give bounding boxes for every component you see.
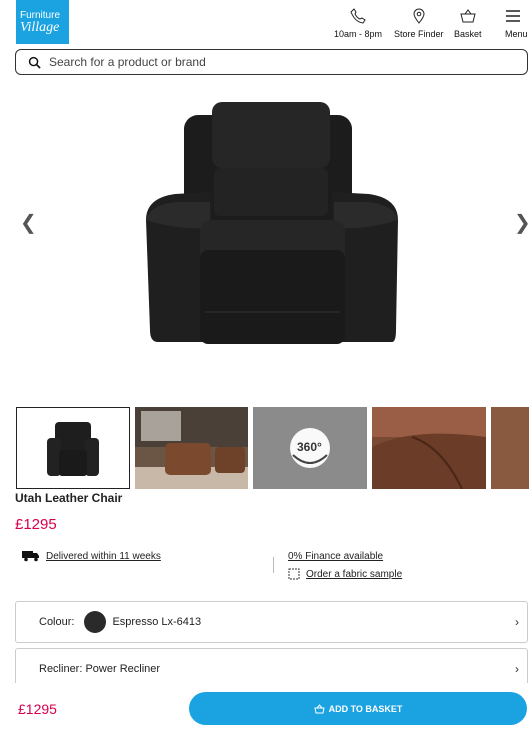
phone-icon xyxy=(350,8,366,24)
menu-label: Menu xyxy=(505,29,528,39)
colour-label: Colour: xyxy=(39,616,75,628)
thumbnail-2[interactable] xyxy=(135,407,248,489)
fabric-sample-link[interactable]: Order a fabric sample xyxy=(288,568,402,580)
store-finder-label: Store Finder xyxy=(394,29,444,39)
recliner-chair-image xyxy=(146,102,398,344)
add-to-basket-button[interactable]: ADD TO BASKET xyxy=(189,692,527,725)
brand-logo[interactable]: Furniture Village xyxy=(16,0,69,44)
basket-link[interactable]: Basket xyxy=(454,8,482,39)
site-header: Furniture Village 10am - 8pm Store Finde… xyxy=(0,0,529,46)
colour-swatch xyxy=(84,611,107,633)
product-gallery: ❮ ❯ xyxy=(0,80,529,400)
finance-link[interactable]: 0% Finance available xyxy=(288,551,383,562)
opening-hours-link[interactable]: 10am - 8pm xyxy=(334,8,382,39)
logo-line-2: Village xyxy=(20,19,60,35)
chair-thumb-image xyxy=(47,422,99,476)
thumbnail-1[interactable] xyxy=(16,407,130,489)
chevron-right-icon: › xyxy=(515,662,519,676)
basket-icon xyxy=(460,9,476,23)
gallery-next-button[interactable]: ❯ xyxy=(514,210,529,235)
thumbnail-360[interactable]: 360° xyxy=(253,407,367,489)
info-divider xyxy=(273,557,274,573)
sticky-purchase-bar: £1295 ADD TO BASKET xyxy=(0,683,529,733)
map-pin-icon xyxy=(413,8,425,24)
search-input[interactable] xyxy=(49,55,489,69)
colour-selector[interactable]: Colour: Espresso Lx-6413 › xyxy=(15,601,528,643)
hours-label: 10am - 8pm xyxy=(334,29,383,39)
room-scene-image xyxy=(135,407,248,489)
search-icon xyxy=(28,56,41,69)
delivery-link[interactable]: Delivered within 11 weeks xyxy=(22,550,161,562)
product-price: £1295 xyxy=(15,516,57,533)
product-title: Utah Leather Chair xyxy=(15,491,123,505)
badge-360-label: 360° xyxy=(297,440,322,454)
delivery-truck-icon xyxy=(22,551,39,562)
fabric-swatch-icon xyxy=(288,568,300,580)
chevron-right-icon: › xyxy=(515,615,519,629)
menu-button[interactable]: Menu xyxy=(505,8,528,39)
hamburger-icon xyxy=(506,10,520,22)
finance-text: 0% Finance available xyxy=(288,551,384,562)
leather-detail-image xyxy=(372,407,486,489)
basket-icon xyxy=(313,703,325,713)
thumbnail-strip: 360° xyxy=(16,407,529,489)
footer-price: £1295 xyxy=(18,701,57,717)
add-to-basket-label: ADD TO BASKET xyxy=(328,703,403,714)
thumbnail-5[interactable] xyxy=(491,407,529,489)
store-finder-link[interactable]: Store Finder xyxy=(394,8,444,39)
colour-value: Espresso Lx-6413 xyxy=(112,616,202,628)
delivery-text: Delivered within 11 weeks xyxy=(46,550,161,562)
basket-label: Basket xyxy=(454,29,482,39)
gallery-prev-button[interactable]: ❮ xyxy=(20,210,37,235)
logo-line-1: Furniture xyxy=(20,9,61,21)
fabric-sample-text: Order a fabric sample xyxy=(306,568,403,580)
recliner-label: Recliner: Power Recliner xyxy=(39,663,161,675)
search-bar[interactable] xyxy=(15,49,528,75)
thumbnail-4[interactable] xyxy=(372,407,486,489)
